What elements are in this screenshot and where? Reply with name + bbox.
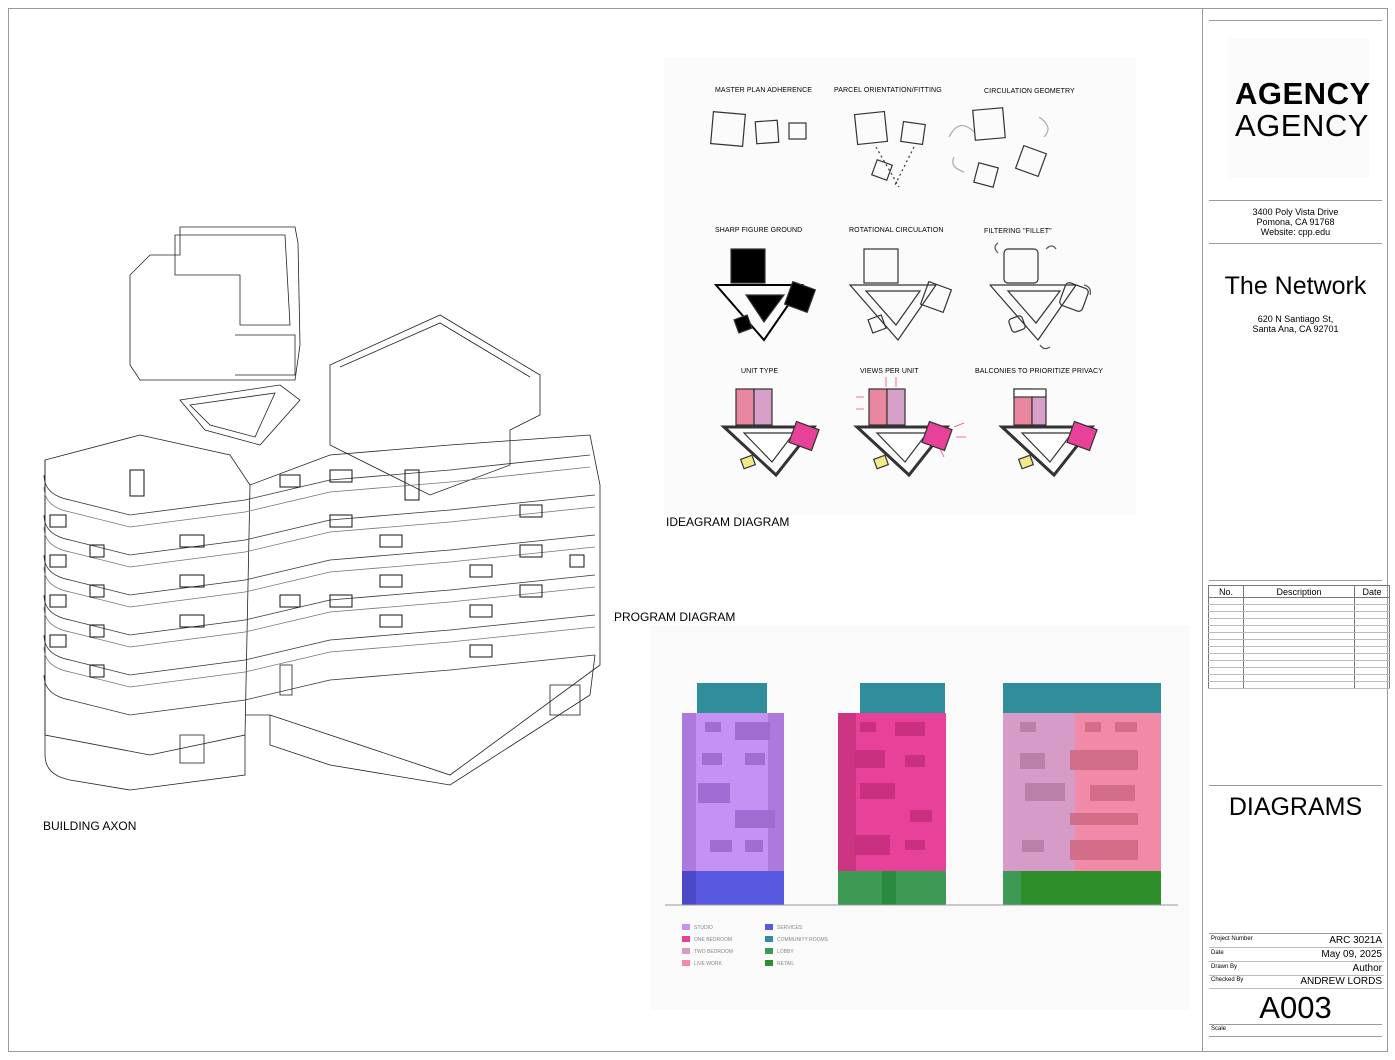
legend-live-work: LIVE WORK	[694, 961, 722, 967]
legend-swatch-two-bedroom	[682, 948, 690, 954]
divider	[1209, 580, 1382, 581]
divider	[1209, 20, 1382, 21]
divider	[1209, 785, 1382, 786]
info-value: May 09, 2025	[1321, 949, 1382, 960]
agency-logo: AGENCY AGENCY	[1229, 38, 1371, 178]
sheet-name: DIAGRAMS	[1228, 793, 1363, 821]
project-address-line-2: Santa Ana, CA 92701	[1252, 324, 1339, 334]
legend-lobby: LOBBY	[777, 949, 794, 955]
revision-header-description: Description	[1243, 585, 1355, 598]
revision-header-date: Date	[1354, 585, 1390, 598]
ideagram-program-sketches	[720, 377, 1098, 478]
building-axon-drawing	[43, 226, 601, 791]
revision-table: No. Description Date	[1208, 585, 1390, 689]
info-label: Date	[1211, 950, 1224, 956]
info-value: Author	[1352, 963, 1382, 974]
table-row	[1208, 667, 1390, 675]
legend-services: SERVICES	[777, 925, 803, 931]
table-row	[1208, 611, 1390, 619]
info-label: Drawn By	[1211, 964, 1238, 970]
info-label: Checked By	[1211, 977, 1244, 983]
divider	[1209, 243, 1382, 244]
legend-swatch-community	[765, 936, 773, 942]
ideagram-panel: MASTER PLAN ADHERENCE PARCEL ORIENTATION…	[664, 57, 1136, 515]
project-address-line-1: 620 N Santiago St,	[1257, 314, 1334, 324]
info-value: ANDREW LORDS	[1300, 976, 1382, 987]
table-row	[1208, 660, 1390, 668]
legend-swatch-studio	[682, 924, 690, 930]
divider	[1209, 200, 1382, 201]
logo-line-2: AGENCY	[1235, 108, 1369, 143]
divider	[1209, 1024, 1382, 1025]
logo-line-1: AGENCY	[1235, 76, 1371, 111]
legend-swatch-retail	[765, 960, 773, 966]
office-website: Website: cpp.edu	[1260, 227, 1331, 237]
program-label: PROGRAM DIAGRAM	[614, 610, 736, 624]
divider	[1209, 1036, 1382, 1037]
legend-two-bedroom: TWO BEDROOM	[694, 949, 733, 955]
info-label: Project Number	[1211, 936, 1253, 942]
info-row-date: Date May 09, 2025	[1209, 948, 1384, 962]
office-address-line-2: Pomona, CA 91768	[1256, 217, 1335, 227]
project-name: The Network	[1224, 272, 1367, 300]
table-row	[1208, 674, 1390, 682]
legend-swatch-one-bedroom	[682, 936, 690, 942]
legend-one-bedroom: ONE BEDROOM	[694, 937, 733, 943]
ideagram-label: IDEAGRAM DIAGRAM	[666, 515, 790, 529]
table-row	[1208, 618, 1390, 626]
table-row	[1208, 639, 1390, 647]
table-row	[1208, 653, 1390, 661]
info-row-project-number: Project Number ARC 3021A	[1209, 934, 1384, 948]
legend-community: COMMUNITY ROOMS	[777, 937, 829, 943]
table-row	[1208, 625, 1390, 633]
legend-swatch-live-work	[682, 960, 690, 966]
title-block: AGENCY AGENCY 3400 Poly Vista Drive Pomo…	[1202, 8, 1390, 1052]
revision-header-no: No.	[1208, 585, 1244, 598]
office-address-line-1: 3400 Poly Vista Drive	[1252, 207, 1339, 217]
table-row	[1208, 604, 1390, 612]
program-panel: STUDIO ONE BEDROOM TWO BEDROOM LIVE WORK…	[650, 625, 1190, 1010]
table-row	[1208, 632, 1390, 640]
legend-swatch-lobby	[765, 948, 773, 954]
info-row-checked-by: Checked By ANDREW LORDS	[1209, 975, 1384, 989]
table-row	[1208, 597, 1390, 605]
table-row	[1208, 681, 1390, 689]
building-axon-label: BUILDING AXON	[43, 819, 137, 833]
legend-studio: STUDIO	[694, 925, 713, 931]
sheet-number: A003	[1259, 990, 1332, 1025]
legend-retail: RETAIL	[777, 961, 795, 967]
table-row	[1208, 646, 1390, 654]
scale-label: Scale	[1211, 1026, 1227, 1032]
legend-swatch-services	[765, 924, 773, 930]
info-row-drawn-by: Drawn By Author	[1209, 962, 1384, 976]
info-value: ARC 3021A	[1329, 935, 1382, 946]
